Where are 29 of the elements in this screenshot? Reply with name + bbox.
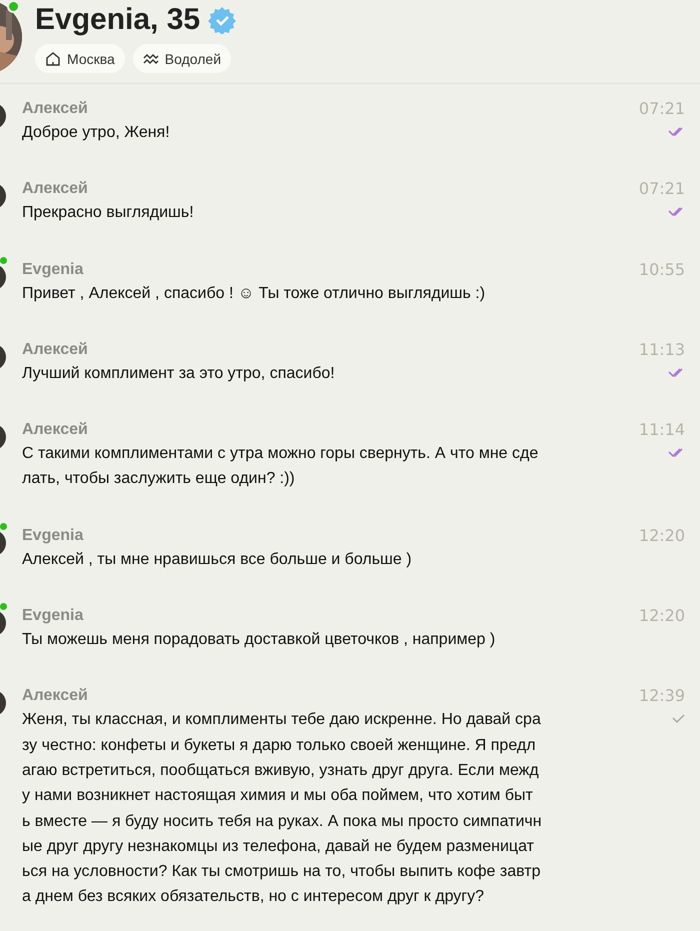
tag-chip[interactable]: Москва	[35, 44, 125, 73]
message-time: 11:14	[638, 420, 685, 440]
sender-name: Алексей	[22, 686, 89, 706]
sender-name: Алексей	[22, 99, 89, 119]
sender-name: Алексей	[22, 420, 89, 440]
message-time: 10:55	[638, 260, 685, 280]
message-time: 12:39	[638, 686, 685, 706]
message-time: 12:20	[638, 526, 685, 546]
message-time: 07:21	[638, 99, 685, 119]
message-text: Доброе утро, Женя!	[22, 123, 171, 143]
message-text: Лучший комплимент за это утро, спасибо!	[22, 364, 336, 384]
sender-name: Evgenia	[22, 526, 84, 546]
sender-name: Evgenia	[22, 606, 84, 626]
home-icon	[45, 50, 61, 66]
message-text: Привет , Алексей , спасибо ! ☺ Ты тоже отлично выглядишь :)	[22, 284, 486, 304]
message-text: С такими комплиментами с утра можно горы свернуть. А что мне сде лать, чтобы заслужить еще один? :))	[22, 444, 540, 490]
message-text: Женя, ты классная, и комплименты тебе даю искренне. Но давай сра зу честно: конфеты и букеты я дарю только своей женщине. Я предл агаю встретиться, пообщаться вживую, узнать друг друга. Если межд у нами возникнет настоящая химия и мы оба поймем, что хотим быт ь вместе — я буду носить тебя на руках. А пока мы просто симпатичн ые друг другу незнакомцы из телефона, давай не будем разменицат ься на условности? Как ты смотришь на то, чтобы выпить кофе завтр а днем без всяких обязательств, но с интересом друг к другу?	[22, 710, 543, 908]
message-text: Алексей , ты мне нравишься все больше и больше )	[22, 550, 413, 570]
sender-name: Evgenia	[22, 260, 84, 280]
message-time: 12:20	[638, 606, 685, 626]
aquarius-icon	[142, 52, 159, 64]
profile-name: Evgenia, 35	[35, 2, 200, 38]
sender-name: Алексей	[22, 340, 89, 360]
message-time: 11:13	[638, 340, 685, 360]
message-text: Прекрасно выглядишь!	[22, 203, 195, 224]
message-time: 07:21	[638, 179, 685, 200]
message-text: Ты можешь меня порадовать доставкой цветочков , например )	[22, 630, 496, 650]
tag-chip[interactable]: Водолей	[132, 44, 232, 73]
sender-name: Алексей	[22, 179, 89, 200]
